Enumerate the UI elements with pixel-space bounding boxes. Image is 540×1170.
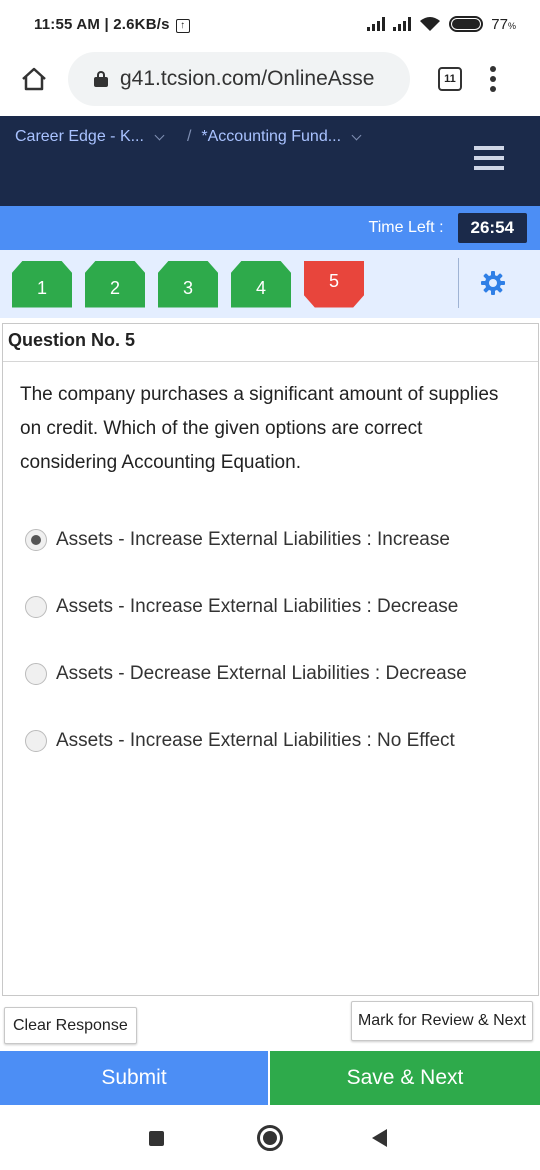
tab-switcher-button[interactable]: 11: [438, 67, 462, 91]
answer-option-label: Assets - Increase External Liabilities :…: [56, 729, 455, 751]
status-bar: 11:55 AM | 2.6KB/s ↑ 77%: [0, 0, 540, 48]
home-icon[interactable]: [20, 65, 48, 93]
radio-button[interactable]: [25, 662, 47, 685]
question-palette: 1 2 3 4 5: [0, 250, 540, 318]
timer-bar: Time Left : 26:54: [0, 206, 540, 250]
browser-menu-icon[interactable]: [490, 66, 496, 92]
battery-icon: [449, 16, 484, 32]
chevron-down-icon[interactable]: [154, 130, 165, 140]
signal-strength-2-icon: [393, 17, 412, 31]
battery-unit: %: [507, 20, 516, 31]
answer-option-label: Assets - Decrease External Liabilities :…: [56, 662, 467, 684]
address-bar[interactable]: g41.tcsion.com/OnlineAsse: [68, 52, 410, 106]
browser-toolbar: g41.tcsion.com/OnlineAsse 11: [0, 48, 540, 110]
recent-apps-icon[interactable]: [149, 1131, 164, 1146]
home-circle-icon[interactable]: [257, 1125, 283, 1151]
answer-options: Assets - Increase External Liabilities :…: [3, 506, 538, 774]
chevron-down-icon[interactable]: [351, 130, 362, 140]
response-actions: Clear Response Mark for Review & Next: [0, 997, 540, 1051]
lock-icon: [94, 71, 108, 87]
radio-button-selected[interactable]: [25, 528, 47, 551]
wifi-icon: [420, 17, 441, 31]
answer-option-1[interactable]: Assets - Increase External Liabilities :…: [3, 506, 538, 573]
gear-icon[interactable]: [480, 270, 506, 296]
question-palette-item-1[interactable]: 1: [12, 260, 72, 308]
submit-bar: Submit Save & Next: [0, 1051, 540, 1105]
breadcrumb: Career Edge - K... / *Accounting Fund...: [15, 128, 370, 146]
breadcrumb-course[interactable]: Career Edge - K...: [15, 128, 144, 146]
question-palette-item-5[interactable]: 5: [304, 260, 364, 308]
battery-percent: 77: [491, 15, 508, 33]
answer-option-2[interactable]: Assets - Increase External Liabilities :…: [3, 573, 538, 640]
mark-for-review-button[interactable]: Mark for Review & Next: [350, 1001, 533, 1041]
back-triangle-icon[interactable]: [372, 1129, 387, 1147]
signal-strength-icon: [367, 17, 386, 31]
hamburger-menu-icon[interactable]: [474, 146, 504, 170]
app-header: Career Edge - K... / *Accounting Fund...: [0, 116, 540, 206]
status-time-speed: 11:55 AM | 2.6KB/s: [34, 15, 170, 33]
question-number-title: Question No. 5: [3, 324, 538, 362]
question-palette-item-4[interactable]: 4: [231, 260, 291, 308]
save-and-next-button[interactable]: Save & Next: [270, 1051, 540, 1105]
breadcrumb-separator: /: [186, 128, 192, 145]
time-left-value: 26:54: [457, 213, 527, 243]
radio-button[interactable]: [25, 729, 47, 752]
answer-option-label: Assets - Increase External Liabilities :…: [56, 595, 459, 617]
clear-response-button[interactable]: Clear Response: [4, 1007, 137, 1044]
upload-arrow-icon: ↑: [175, 19, 190, 33]
submit-button[interactable]: Submit: [0, 1051, 268, 1105]
radio-button[interactable]: [25, 595, 47, 618]
question-palette-item-2[interactable]: 2: [85, 260, 145, 308]
system-navigation-bar: [0, 1105, 540, 1170]
url-text: g41.tcsion.com/OnlineAsse: [120, 67, 375, 90]
breadcrumb-module[interactable]: *Accounting Fund...: [201, 128, 341, 146]
time-left-label: Time Left :: [368, 219, 444, 236]
question-text: The company purchases a significant amou…: [20, 384, 499, 473]
palette-divider: [458, 258, 459, 308]
answer-option-3[interactable]: Assets - Decrease External Liabilities :…: [3, 640, 538, 707]
question-panel: Question No. 5 The company purchases a s…: [2, 323, 539, 996]
answer-option-4[interactable]: Assets - Increase External Liabilities :…: [3, 707, 538, 774]
question-palette-item-3[interactable]: 3: [158, 260, 218, 308]
answer-option-label: Assets - Increase External Liabilities :…: [56, 528, 450, 550]
